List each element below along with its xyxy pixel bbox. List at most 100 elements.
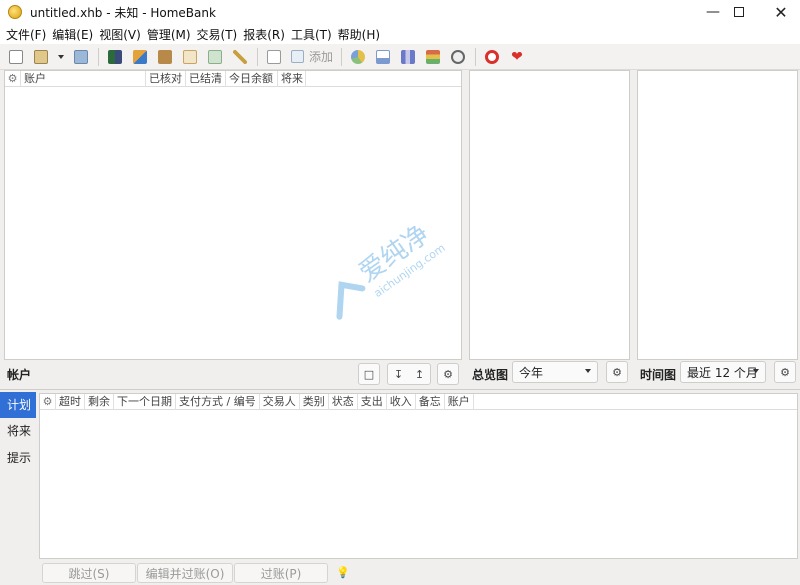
add-transaction-button[interactable]: 添加 xyxy=(287,46,337,68)
column-expense[interactable]: 支出 xyxy=(358,393,387,410)
collapse-all-icon[interactable]: ↥ xyxy=(415,368,424,381)
trend-report-button[interactable] xyxy=(371,46,395,68)
new-file-icon xyxy=(9,49,23,64)
skip-button[interactable]: 跳过(S) xyxy=(42,563,136,583)
menu-transactions[interactable]: 交易(T) xyxy=(194,26,241,43)
help-icon xyxy=(485,49,500,64)
edit-and-post-button[interactable]: 编辑并过账(O) xyxy=(137,563,233,583)
chevron-down-icon xyxy=(585,369,591,373)
toolbar: 添加 ❤ xyxy=(0,44,800,70)
column-account[interactable]: 账户 xyxy=(445,393,474,410)
pane-divider[interactable] xyxy=(0,389,800,390)
maximize-icon xyxy=(734,7,744,17)
column-settings-icon[interactable]: ⚙ xyxy=(40,393,56,410)
chevron-down-icon xyxy=(753,369,759,373)
column-settings-icon[interactable]: ⚙ xyxy=(5,70,21,87)
column-memo[interactable]: 备忘 xyxy=(416,393,445,410)
timeline-label: 时间图 xyxy=(640,367,677,382)
overview-chart-area xyxy=(469,70,630,360)
close-button[interactable]: ✕ xyxy=(758,0,800,24)
payees-icon xyxy=(133,49,147,64)
column-future[interactable]: 将来 xyxy=(278,70,306,87)
overview-label: 总览图 xyxy=(472,367,509,382)
manage-payees-button[interactable] xyxy=(128,46,152,68)
save-button[interactable] xyxy=(69,46,93,68)
title-bar: untitled.xhb - 未知 - HomeBank — ✕ xyxy=(0,0,800,24)
manage-budget-button[interactable] xyxy=(203,46,227,68)
budget-report-button[interactable] xyxy=(421,46,445,68)
toolbar-separator xyxy=(341,47,343,66)
menu-file[interactable]: 文件(F) xyxy=(3,26,49,43)
maximize-button[interactable] xyxy=(716,0,762,24)
timeline-chart-area xyxy=(637,70,798,360)
assistant-button[interactable] xyxy=(228,46,252,68)
open-file-button[interactable] xyxy=(29,46,53,68)
statistics-report-button[interactable] xyxy=(346,46,370,68)
homebank-app-icon xyxy=(8,5,22,19)
column-category[interactable]: 类别 xyxy=(300,393,329,410)
timeline-settings-button[interactable]: ⚙ xyxy=(774,361,796,383)
new-file-button[interactable] xyxy=(4,46,28,68)
dropdown-arrow-icon xyxy=(58,54,64,59)
column-next-date[interactable]: 下一个日期 xyxy=(114,393,176,410)
post-button[interactable]: 过账(P) xyxy=(234,563,328,583)
menu-reports[interactable]: 报表(R) xyxy=(240,26,288,43)
scheduled-list[interactable]: ⚙ 超时 剩余 下一个日期 支付方式 / 编号 交易人 类别 状态 支出 收入 … xyxy=(39,393,798,559)
column-status[interactable]: 状态 xyxy=(329,393,358,410)
categories-icon xyxy=(158,49,172,64)
column-payee[interactable]: 交易人 xyxy=(260,393,300,410)
timeline-range-select[interactable]: 最近 12 个月 xyxy=(680,361,766,383)
open-file-icon xyxy=(34,49,48,64)
scheduled-column-header: ⚙ 超时 剩余 下一个日期 支付方式 / 编号 交易人 类别 状态 支出 收入 … xyxy=(40,393,797,410)
menu-edit[interactable]: 编辑(E) xyxy=(49,26,96,43)
column-payment-number[interactable]: 支付方式 / 编号 xyxy=(176,393,260,410)
add-transaction-label: 添加 xyxy=(309,50,334,64)
accounts-icon xyxy=(108,49,122,64)
overview-range-select[interactable]: 今年 xyxy=(512,361,598,383)
statistics-icon xyxy=(351,49,366,64)
toolbar-separator xyxy=(98,47,99,66)
column-cleared[interactable]: 已结清 xyxy=(186,70,226,87)
timeline-range-value: 最近 12 个月 xyxy=(687,365,758,380)
accounts-settings-button[interactable]: ⚙ xyxy=(437,363,459,385)
menu-tools[interactable]: 工具(T) xyxy=(288,26,335,43)
column-reconciled[interactable]: 已核对 xyxy=(146,70,186,87)
save-icon xyxy=(74,49,88,64)
expand-all-icon[interactable]: ↧ xyxy=(394,368,403,381)
account-add-button[interactable]: □ xyxy=(358,363,380,385)
gear-icon: ⚙ xyxy=(443,367,453,381)
column-today-balance[interactable]: 今日余额 xyxy=(226,70,278,87)
column-account[interactable]: 账户 xyxy=(21,70,146,87)
overview-settings-button[interactable]: ⚙ xyxy=(606,361,628,383)
vehicle-cost-button[interactable] xyxy=(446,46,470,68)
tab-future[interactable]: 将来 xyxy=(0,418,36,444)
expand-collapse-group[interactable]: ↧ ↥ xyxy=(387,363,431,385)
accounts-column-header: ⚙ 账户 已核对 已结清 今日余额 将来 xyxy=(5,70,461,87)
accounts-list[interactable]: ⚙ 账户 已核对 已结清 今日余额 将来 xyxy=(4,70,462,360)
trend-icon xyxy=(376,49,391,64)
menu-view[interactable]: 视图(V) xyxy=(96,26,144,43)
budget-icon xyxy=(208,49,222,64)
column-remaining[interactable]: 剩余 xyxy=(85,393,114,410)
show-transactions-button[interactable] xyxy=(262,46,286,68)
column-income[interactable]: 收入 xyxy=(387,393,416,410)
open-recent-dropdown[interactable] xyxy=(54,46,68,68)
vehicle-cost-icon xyxy=(451,49,466,64)
budget-report-icon xyxy=(426,49,441,64)
tab-scheduled[interactable]: 计划 xyxy=(0,392,36,418)
balance-icon xyxy=(401,49,416,64)
lightbulb-icon: 💡 xyxy=(336,566,350,579)
manage-scheduled-button[interactable] xyxy=(178,46,202,68)
donate-button[interactable]: ❤ xyxy=(505,46,529,68)
manage-accounts-button[interactable] xyxy=(103,46,127,68)
overview-range-value: 今年 xyxy=(519,365,544,380)
donate-icon: ❤ xyxy=(511,48,523,65)
manage-categories-button[interactable] xyxy=(153,46,177,68)
tab-reminders[interactable]: 提示 xyxy=(0,445,36,471)
menu-manage[interactable]: 管理(M) xyxy=(144,26,194,43)
help-button[interactable] xyxy=(480,46,504,68)
column-late[interactable]: 超时 xyxy=(56,393,85,410)
menu-help[interactable]: 帮助(H) xyxy=(335,26,383,43)
balance-report-button[interactable] xyxy=(396,46,420,68)
window-title: untitled.xhb - 未知 - HomeBank xyxy=(30,5,216,20)
